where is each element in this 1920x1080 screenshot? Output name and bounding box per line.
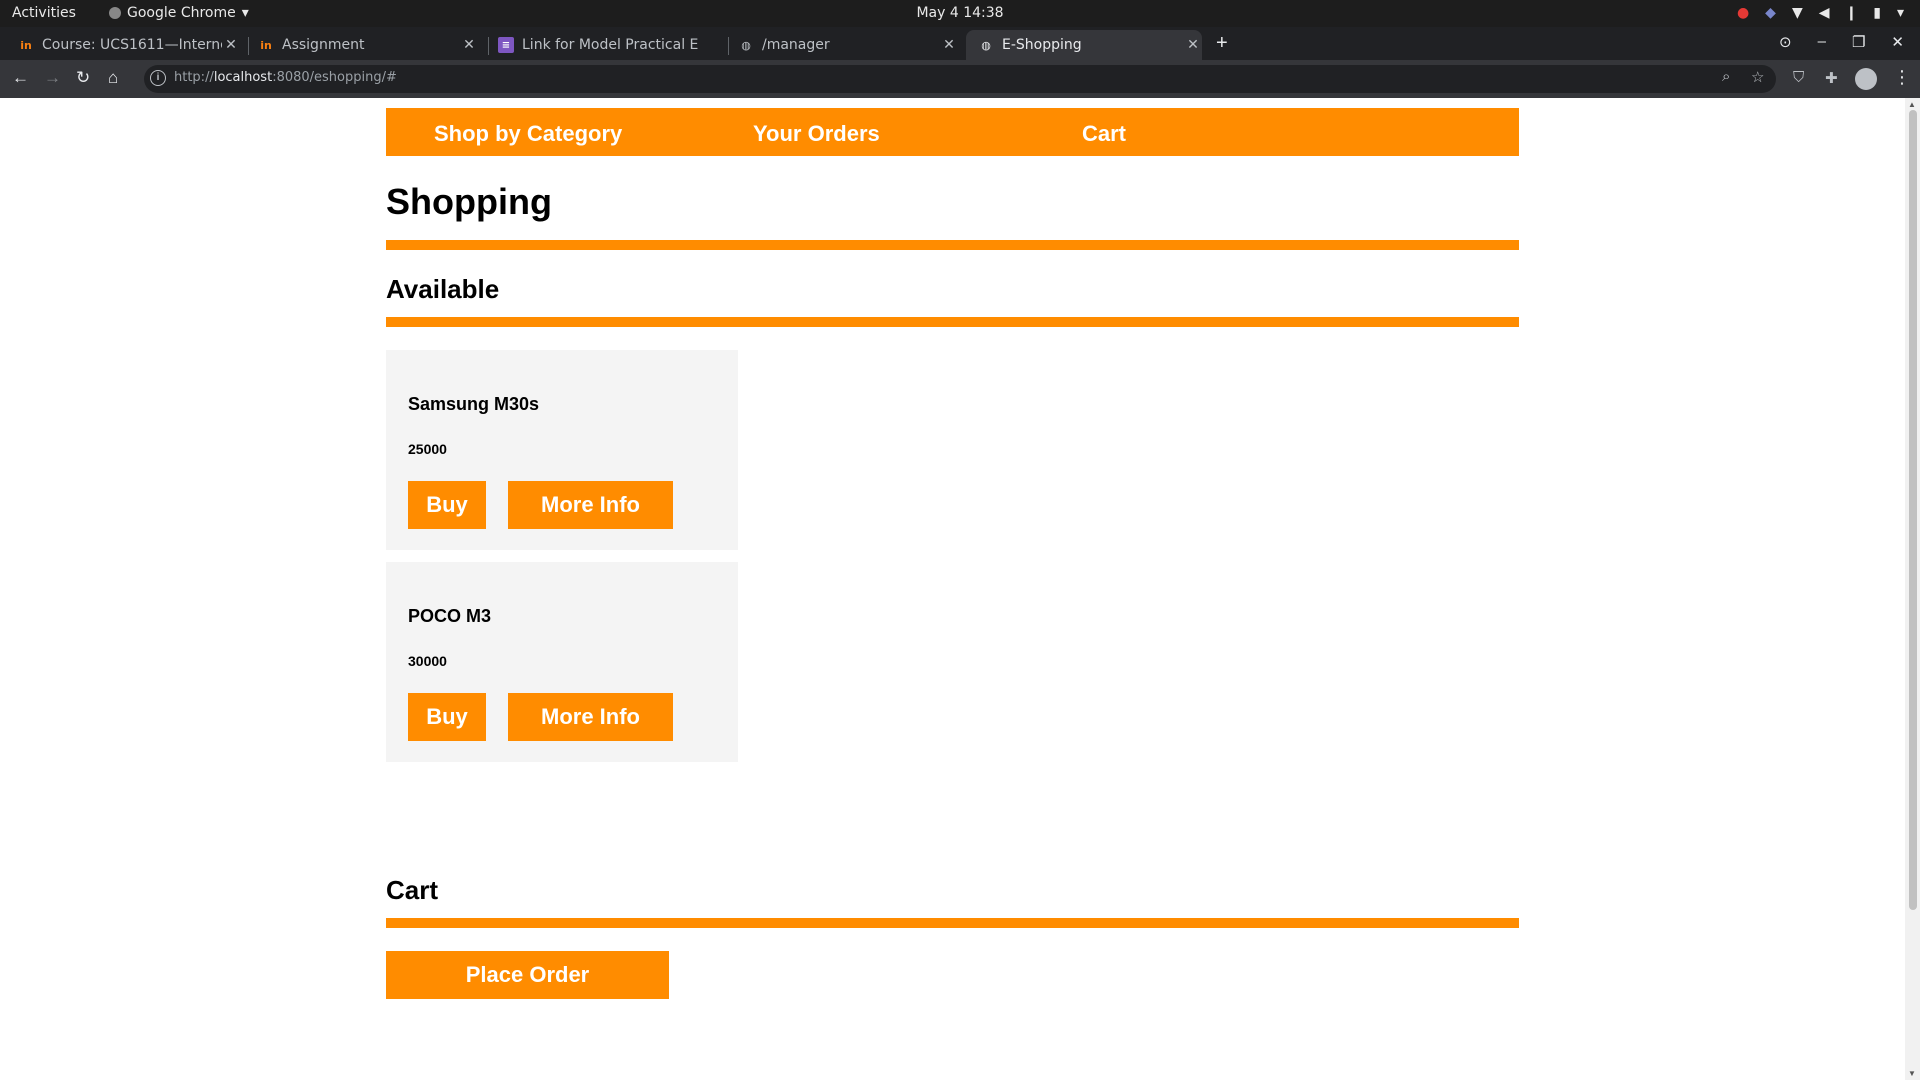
globe-icon: ◍ [741, 38, 751, 52]
tab-title: Course: UCS1611—Interne [42, 37, 222, 53]
tab-separator [728, 37, 729, 55]
app-menu-label: Google Chrome [127, 5, 236, 21]
close-icon[interactable]: ✕ [460, 37, 478, 53]
place-order-button[interactable]: Place Order [386, 951, 669, 999]
forward-icon[interactable]: → [44, 68, 61, 88]
app-menu[interactable]: Google Chrome ▾ [109, 5, 249, 21]
url-text[interactable]: http://localhost:8080/eshopping/# [174, 70, 397, 85]
site-navbar: Shop by Category Your Orders Cart [386, 108, 1519, 156]
doc-icon: ≡ [498, 37, 514, 53]
nav-shop-by-category[interactable]: Shop by Category [434, 121, 622, 147]
product-name: Samsung M30s [408, 394, 540, 414]
product-card: POCO M3 30000 Buy More Info [386, 562, 738, 762]
new-tab-icon[interactable]: + [1216, 31, 1228, 55]
product-card: Samsung M30s 25000 Buy More Info [386, 350, 738, 550]
restore-icon[interactable]: ❐ [1852, 33, 1865, 51]
nav-your-orders[interactable]: Your Orders [753, 121, 880, 147]
page-content: Shop by Category Your Orders Cart Shoppi… [386, 108, 1519, 999]
tab-separator [248, 37, 249, 55]
close-icon[interactable]: ✕ [1184, 37, 1202, 53]
cart-divider [386, 918, 1519, 928]
tab-e-shopping[interactable]: ◍ E-Shopping ✕ [966, 30, 1202, 60]
browser-toolbar: ← → ↻ ⌂ i http://localhost:8080/eshoppin… [0, 60, 1920, 98]
tab-link-model-practical[interactable]: ≡ Link for Model Practical E [498, 30, 720, 60]
tab-title: /manager [762, 37, 830, 53]
tab-manager[interactable]: ◍ /manager ✕ [738, 30, 958, 60]
chrome-icon [109, 7, 121, 19]
tab-strip: in Course: UCS1611—Interne ✕ in Assignme… [0, 27, 1920, 60]
tab-course[interactable]: in Course: UCS1611—Interne ✕ [18, 30, 240, 60]
extension-tray-icon[interactable]: ◆ [1765, 4, 1776, 22]
tab-title: E-Shopping [1002, 37, 1082, 53]
microphone-icon[interactable]: ❙ [1846, 4, 1858, 22]
activities-button[interactable]: Activities [12, 5, 76, 21]
page-title: Shopping [386, 181, 552, 222]
scrollbar-thumb[interactable] [1909, 110, 1917, 910]
available-heading: Available [386, 274, 500, 304]
scroll-up-icon[interactable]: ▲ [1908, 100, 1916, 109]
minimize-icon[interactable]: – [1818, 33, 1826, 51]
tab-search-icon[interactable]: ⊙ [1779, 33, 1792, 51]
close-icon[interactable]: ✕ [940, 37, 958, 53]
buy-button[interactable]: Buy [408, 481, 486, 529]
extensions-puzzle-icon[interactable]: ✚ [1825, 69, 1838, 87]
tab-separator [488, 37, 489, 55]
buy-button[interactable]: Buy [408, 693, 486, 741]
more-info-button[interactable]: More Info [508, 693, 673, 741]
product-price: 30000 [408, 653, 447, 669]
cart-heading: Cart [386, 875, 439, 905]
product-price: 25000 [408, 441, 447, 457]
extension-shield-icon[interactable]: ⛉ [1793, 69, 1804, 86]
volume-icon[interactable]: ◀ [1819, 4, 1830, 22]
kebab-menu-icon[interactable]: ⋮ [1893, 67, 1911, 88]
zoom-icon[interactable]: ⌕ [1722, 68, 1730, 85]
page-scrollbar[interactable]: ▲ ▼ [1905, 98, 1920, 1080]
moodle-favicon-icon: in [260, 38, 272, 52]
more-info-button[interactable]: More Info [508, 481, 673, 529]
close-window-icon[interactable]: ✕ [1891, 33, 1904, 51]
chevron-down-icon: ▾ [241, 5, 249, 21]
site-info-icon[interactable]: i [150, 70, 166, 86]
page-viewport: Shop by Category Your Orders Cart Shoppi… [0, 98, 1905, 1080]
globe-icon: ◍ [981, 38, 991, 52]
product-name: POCO M3 [408, 606, 492, 626]
close-icon[interactable]: ✕ [222, 37, 240, 53]
title-divider [386, 240, 1519, 250]
clock[interactable]: May 4 14:38 [916, 5, 1003, 21]
system-menu-chevron-icon[interactable]: ▾ [1897, 4, 1904, 22]
system-tray[interactable]: ● ◆ ▼ ◀ ❙ ▮ ▾ [1737, 4, 1904, 22]
battery-icon[interactable]: ▮ [1873, 4, 1881, 22]
reload-icon[interactable]: ↻ [76, 68, 90, 88]
available-divider [386, 317, 1519, 327]
window-controls: ⊙ – ❐ ✕ [1779, 33, 1904, 51]
wifi-icon[interactable]: ▼ [1792, 4, 1803, 22]
profile-avatar[interactable] [1855, 68, 1877, 90]
tab-title: Link for Model Practical E [522, 37, 699, 53]
system-top-bar: Activities Google Chrome ▾ May 4 14:38 ●… [0, 0, 1920, 27]
scroll-down-icon[interactable]: ▼ [1908, 1069, 1916, 1078]
back-icon[interactable]: ← [12, 68, 29, 88]
bookmark-star-icon[interactable]: ☆ [1751, 68, 1764, 86]
tab-title: Assignment [282, 37, 365, 53]
tab-assignment[interactable]: in Assignment ✕ [258, 30, 478, 60]
moodle-favicon-icon: in [20, 38, 32, 52]
home-icon[interactable]: ⌂ [108, 68, 118, 88]
address-bar[interactable]: i http://localhost:8080/eshopping/# ⌕ ☆ [144, 65, 1776, 93]
nav-cart[interactable]: Cart [1082, 121, 1126, 147]
record-icon[interactable]: ● [1737, 4, 1749, 22]
